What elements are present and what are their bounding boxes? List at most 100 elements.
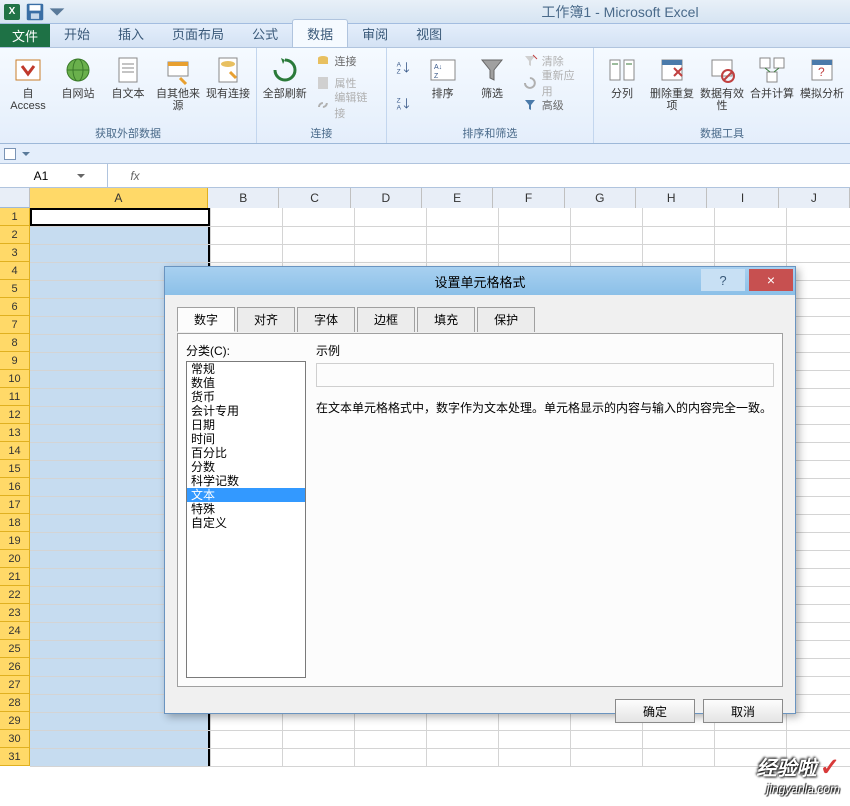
tab-review[interactable]: 审阅: [348, 20, 402, 47]
row-header[interactable]: 29: [0, 712, 30, 730]
btn-from-web[interactable]: 自网站: [54, 50, 102, 122]
btn-sort[interactable]: A↓Z排序: [419, 50, 466, 122]
row-header[interactable]: 28: [0, 694, 30, 712]
row-header[interactable]: 4: [0, 262, 30, 280]
fx-icon[interactable]: fx: [124, 169, 146, 183]
row-header[interactable]: 3: [0, 244, 30, 262]
btn-existing-conn[interactable]: 现有连接: [204, 50, 252, 122]
active-cell-A1[interactable]: [30, 208, 210, 226]
dlg-tab-protect[interactable]: 保护: [477, 307, 535, 332]
row-header[interactable]: 30: [0, 730, 30, 748]
category-item[interactable]: 数值: [187, 376, 305, 390]
btn-data-validation[interactable]: 数据有效性: [698, 50, 746, 122]
row-header[interactable]: 13: [0, 424, 30, 442]
category-item[interactable]: 货币: [187, 390, 305, 404]
btn-from-text[interactable]: 自文本: [104, 50, 152, 122]
name-box-input[interactable]: [6, 169, 76, 183]
category-item[interactable]: 时间: [187, 432, 305, 446]
category-item[interactable]: 日期: [187, 418, 305, 432]
row-header[interactable]: 26: [0, 658, 30, 676]
row-header[interactable]: 9: [0, 352, 30, 370]
col-header-B[interactable]: B: [208, 188, 279, 208]
row-header[interactable]: 17: [0, 496, 30, 514]
btn-from-access[interactable]: 自 Access: [4, 50, 52, 122]
btn-advanced[interactable]: 高级: [518, 94, 589, 116]
row-header[interactable]: 10: [0, 370, 30, 388]
cancel-button[interactable]: 取消: [703, 699, 783, 723]
col-header-I[interactable]: I: [707, 188, 778, 208]
row-header[interactable]: 16: [0, 478, 30, 496]
toggle-dropdown-icon[interactable]: [20, 148, 32, 160]
col-header-A[interactable]: A: [30, 188, 208, 208]
tab-formulas[interactable]: 公式: [238, 20, 292, 47]
toggle-box-icon[interactable]: [4, 148, 16, 160]
tab-insert[interactable]: 插入: [104, 20, 158, 47]
dlg-tab-fill[interactable]: 填充: [417, 307, 475, 332]
btn-connections[interactable]: 连接: [311, 50, 382, 72]
dialog-close-button[interactable]: ×: [749, 269, 793, 291]
category-item[interactable]: 百分比: [187, 446, 305, 460]
qat-save-icon[interactable]: [24, 1, 46, 23]
btn-refresh-all[interactable]: 全部刷新: [261, 50, 309, 122]
tab-home[interactable]: 开始: [50, 20, 104, 47]
btn-remove-dup[interactable]: 删除重复项: [648, 50, 696, 122]
category-item[interactable]: 自定义: [187, 516, 305, 530]
row-header[interactable]: 11: [0, 388, 30, 406]
row-header[interactable]: 27: [0, 676, 30, 694]
dialog-titlebar[interactable]: 设置单元格格式 ? ×: [165, 267, 795, 295]
col-header-C[interactable]: C: [279, 188, 350, 208]
col-header-E[interactable]: E: [422, 188, 493, 208]
row-header[interactable]: 20: [0, 550, 30, 568]
dlg-tab-font[interactable]: 字体: [297, 307, 355, 332]
ok-button[interactable]: 确定: [615, 699, 695, 723]
btn-whatif[interactable]: ?模拟分析: [798, 50, 846, 122]
row-header[interactable]: 12: [0, 406, 30, 424]
dlg-tab-border[interactable]: 边框: [357, 307, 415, 332]
row-header[interactable]: 19: [0, 532, 30, 550]
name-box-dropdown-icon[interactable]: [76, 171, 86, 181]
tab-layout[interactable]: 页面布局: [158, 20, 238, 47]
row-header[interactable]: 14: [0, 442, 30, 460]
dlg-tab-number[interactable]: 数字: [177, 307, 235, 332]
excel-app-icon[interactable]: X: [4, 4, 20, 20]
row-header[interactable]: 24: [0, 622, 30, 640]
tab-data[interactable]: 数据: [292, 19, 348, 47]
row-header[interactable]: 8: [0, 334, 30, 352]
dlg-tab-align[interactable]: 对齐: [237, 307, 295, 332]
category-item[interactable]: 分数: [187, 460, 305, 474]
category-item[interactable]: 科学记数: [187, 474, 305, 488]
tab-file[interactable]: 文件: [0, 24, 50, 47]
col-header-G[interactable]: G: [565, 188, 636, 208]
category-item[interactable]: 常规: [187, 362, 305, 376]
category-listbox[interactable]: 常规数值货币会计专用日期时间百分比分数科学记数文本特殊自定义: [186, 361, 306, 678]
btn-text-to-columns[interactable]: 分列: [598, 50, 646, 122]
row-header[interactable]: 22: [0, 586, 30, 604]
btn-reapply[interactable]: 重新应用: [518, 72, 589, 94]
row-header[interactable]: 6: [0, 298, 30, 316]
row-header[interactable]: 23: [0, 604, 30, 622]
row-header[interactable]: 5: [0, 280, 30, 298]
btn-from-other[interactable]: 自其他来源: [154, 50, 202, 122]
tab-view[interactable]: 视图: [402, 20, 456, 47]
col-header-D[interactable]: D: [351, 188, 422, 208]
name-box[interactable]: [0, 164, 108, 187]
row-header[interactable]: 7: [0, 316, 30, 334]
category-item[interactable]: 特殊: [187, 502, 305, 516]
category-item[interactable]: 文本: [187, 488, 305, 502]
row-header[interactable]: 15: [0, 460, 30, 478]
col-header-H[interactable]: H: [636, 188, 707, 208]
row-header[interactable]: 18: [0, 514, 30, 532]
dialog-help-button[interactable]: ?: [701, 269, 745, 291]
col-header-F[interactable]: F: [493, 188, 564, 208]
row-header[interactable]: 25: [0, 640, 30, 658]
col-header-J[interactable]: J: [779, 188, 850, 208]
select-all-corner[interactable]: [0, 188, 30, 208]
btn-edit-links[interactable]: 编辑链接: [311, 94, 382, 116]
row-header[interactable]: 21: [0, 568, 30, 586]
btn-consolidate[interactable]: 合并计算: [748, 50, 796, 122]
btn-sort-asc[interactable]: AZ: [391, 50, 417, 86]
btn-filter[interactable]: 筛选: [468, 50, 515, 122]
row-header[interactable]: 1: [0, 208, 30, 226]
category-item[interactable]: 会计专用: [187, 404, 305, 418]
btn-sort-desc[interactable]: ZA: [391, 86, 417, 122]
